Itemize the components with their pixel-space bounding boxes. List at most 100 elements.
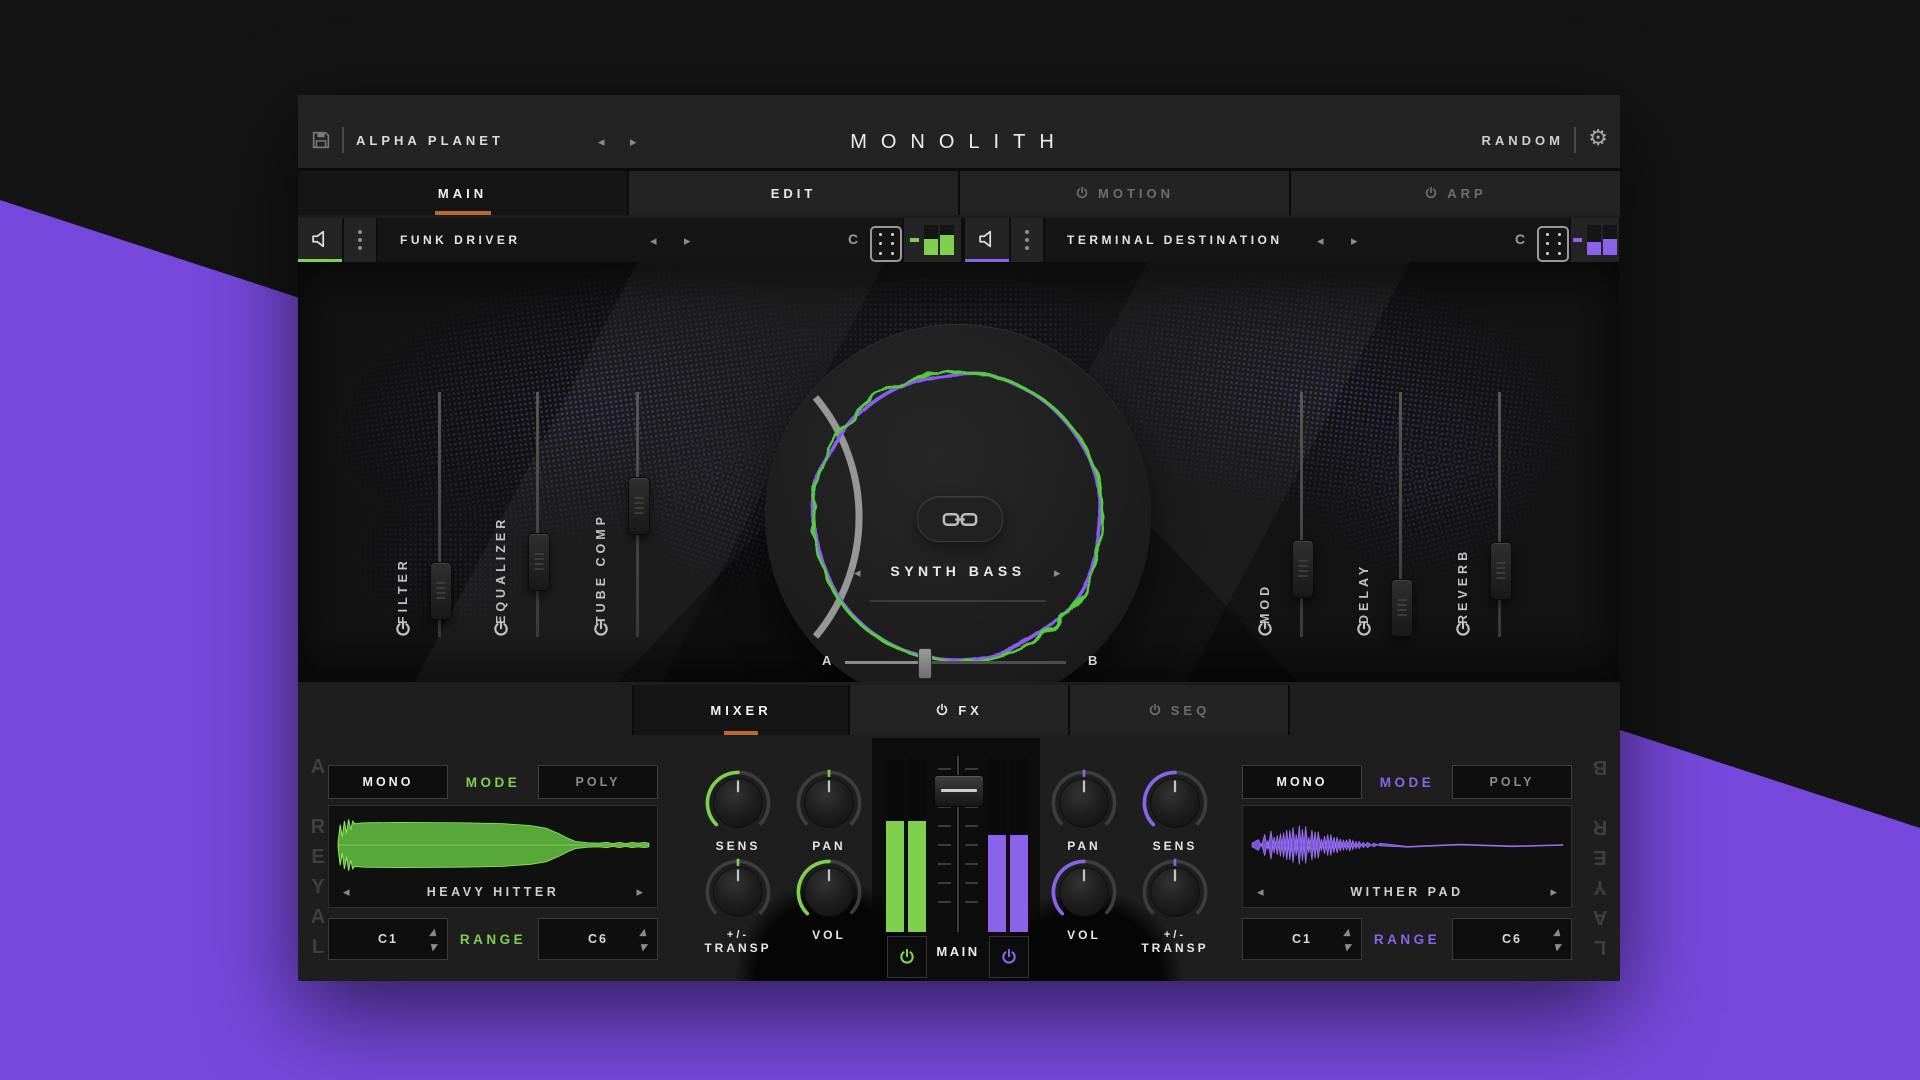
- morph-value-arc: [816, 397, 860, 636]
- layer-a-menu-button[interactable]: [344, 218, 376, 262]
- kebab-menu-icon: [358, 230, 362, 250]
- layer-a-prev-icon[interactable]: [650, 234, 657, 247]
- tube-comp-slider-handle[interactable]: [628, 477, 650, 535]
- tab-arp-label: ARP: [1447, 186, 1486, 201]
- layer-a-output-cell[interactable]: [904, 218, 961, 262]
- layer-b-power-button[interactable]: [989, 936, 1029, 978]
- tab-fx[interactable]: FX: [850, 685, 1070, 735]
- layer-b-next-icon[interactable]: [1351, 234, 1358, 247]
- tab-edit[interactable]: EDIT: [629, 171, 960, 215]
- tab-motion[interactable]: MOTION: [960, 171, 1291, 215]
- layer-b-range-low[interactable]: C1: [1242, 918, 1362, 960]
- layer-a-compare-button[interactable]: C: [848, 231, 858, 247]
- layer-strip-bar: FUNK DRIVER C: [298, 218, 1620, 262]
- sens-label: SENS: [716, 840, 761, 854]
- layer-b-minigrid-icon: [1573, 225, 1619, 255]
- ab-slider-track[interactable]: [845, 661, 1066, 664]
- tab-seq[interactable]: SEQ: [1070, 685, 1290, 735]
- layer-a-sample-name: HEAVY HITTER: [329, 885, 657, 899]
- spinner-arrows[interactable]: [1343, 925, 1352, 953]
- spinner-arrows[interactable]: [429, 925, 438, 953]
- layer-b-range-high[interactable]: C6: [1452, 918, 1572, 960]
- morph-preset-name[interactable]: SYNTH BASS: [858, 563, 1058, 579]
- layer-a-sample-next-icon[interactable]: [636, 885, 643, 898]
- link-button[interactable]: [917, 496, 1003, 542]
- layer-b-range-label: RANGE: [1362, 918, 1452, 960]
- layer-b-prev-icon[interactable]: [1317, 234, 1324, 247]
- layer-b-waveform-display[interactable]: WITHER PAD: [1242, 805, 1572, 908]
- spinner-arrows[interactable]: [639, 925, 648, 953]
- tab-arp[interactable]: ARP: [1291, 171, 1620, 215]
- main-fader-label: MAIN: [928, 944, 988, 959]
- layer-b-output-cell[interactable]: [1571, 218, 1619, 262]
- layer-a-range-high[interactable]: C6: [538, 918, 658, 960]
- equalizer-slider-track[interactable]: [536, 392, 539, 637]
- poly-label: POLY: [1490, 775, 1535, 789]
- layer-a-sens-knob[interactable]: SENS: [690, 767, 786, 854]
- power-icon[interactable]: [1075, 186, 1089, 200]
- layer-a-power-button[interactable]: [887, 936, 927, 978]
- ab-slider-handle[interactable]: [918, 648, 932, 679]
- delay-power-icon[interactable]: [1355, 620, 1373, 638]
- layer-a-volume-knob[interactable]: VOL: [781, 856, 877, 943]
- range-low-value: C1: [378, 932, 398, 946]
- layer-b-sens-knob[interactable]: SENS: [1127, 767, 1223, 854]
- tube-comp-label: TUBE COMP: [594, 402, 608, 624]
- layer-a-mute-button[interactable]: [298, 218, 342, 262]
- mod-power-icon[interactable]: [1256, 620, 1274, 638]
- layer-a-mono-button[interactable]: MONO: [328, 765, 448, 799]
- mono-label: MONO: [1277, 775, 1328, 789]
- layer-a-level-meter: [886, 758, 926, 932]
- equalizer-slider-handle[interactable]: [528, 533, 550, 591]
- layer-a-waveform-display[interactable]: HEAVY HITTER: [328, 805, 658, 908]
- mod-slider-track[interactable]: [1300, 392, 1303, 637]
- sens-label: SENS: [1153, 840, 1198, 854]
- spinner-arrows[interactable]: [1553, 925, 1562, 953]
- layer-b-compare-button[interactable]: C: [1515, 231, 1525, 247]
- layer-b-mono-button[interactable]: MONO: [1242, 765, 1362, 799]
- reverb-slider-handle[interactable]: [1490, 542, 1512, 600]
- header-bar: ALPHA PLANET MONOLITH RANDOM: [298, 95, 1620, 171]
- page-title: MONOLITH: [298, 131, 1620, 154]
- layer-b-vertical-label: B REYAL: [1586, 752, 1614, 962]
- filter-slider-handle[interactable]: [430, 562, 452, 620]
- tab-mixer[interactable]: MIXER: [634, 685, 850, 735]
- active-tab-underline: [435, 211, 491, 215]
- equalizer-label: EQUALIZER: [494, 402, 508, 624]
- layer-a-name[interactable]: FUNK DRIVER: [400, 233, 521, 247]
- layer-a-pan-knob[interactable]: PAN: [781, 767, 877, 854]
- layer-b-mute-button[interactable]: [965, 218, 1009, 262]
- main-visual-area: FILTER EQUALIZER TUBE COMP MOD DELAY REV…: [298, 262, 1620, 682]
- layer-b-name[interactable]: TERMINAL DESTINATION: [1067, 233, 1283, 247]
- mod-slider-handle[interactable]: [1292, 540, 1314, 598]
- equalizer-power-icon[interactable]: [492, 620, 510, 638]
- power-icon[interactable]: [935, 703, 949, 717]
- power-icon[interactable]: [1148, 703, 1162, 717]
- layer-b-poly-button[interactable]: POLY: [1452, 765, 1572, 799]
- power-icon[interactable]: [1424, 186, 1438, 200]
- layer-b-transpose-knob[interactable]: +/-TRANSP: [1127, 856, 1223, 955]
- reverb-power-icon[interactable]: [1454, 620, 1472, 638]
- layer-a-range-low[interactable]: C1: [328, 918, 448, 960]
- dice-random-icon[interactable]: [1537, 226, 1569, 262]
- gear-icon[interactable]: [1588, 125, 1608, 151]
- delay-slider-handle[interactable]: [1391, 579, 1413, 637]
- main-fader-handle[interactable]: [934, 775, 984, 807]
- random-button[interactable]: RANDOM: [1482, 133, 1565, 148]
- dice-random-icon[interactable]: [870, 226, 902, 262]
- layer-a-poly-button[interactable]: POLY: [538, 765, 658, 799]
- layer-b-sample-next-icon[interactable]: [1550, 885, 1557, 898]
- tab-main[interactable]: MAIN: [298, 171, 629, 215]
- layer-b-volume-knob[interactable]: VOL: [1036, 856, 1132, 943]
- layer-a-range-label: RANGE: [448, 918, 538, 960]
- morph-preset-next-icon[interactable]: [1054, 566, 1061, 579]
- reverb-slider-track[interactable]: [1498, 392, 1501, 637]
- layer-a-name-cell: FUNK DRIVER C: [378, 218, 902, 262]
- layer-a-next-icon[interactable]: [684, 234, 691, 247]
- filter-power-icon[interactable]: [394, 620, 412, 638]
- layer-b-menu-button[interactable]: [1011, 218, 1043, 262]
- mono-label: MONO: [363, 775, 414, 789]
- tube-comp-power-icon[interactable]: [592, 620, 610, 638]
- layer-b-pan-knob[interactable]: PAN: [1036, 767, 1132, 854]
- layer-a-transpose-knob[interactable]: +/-TRANSP: [690, 856, 786, 955]
